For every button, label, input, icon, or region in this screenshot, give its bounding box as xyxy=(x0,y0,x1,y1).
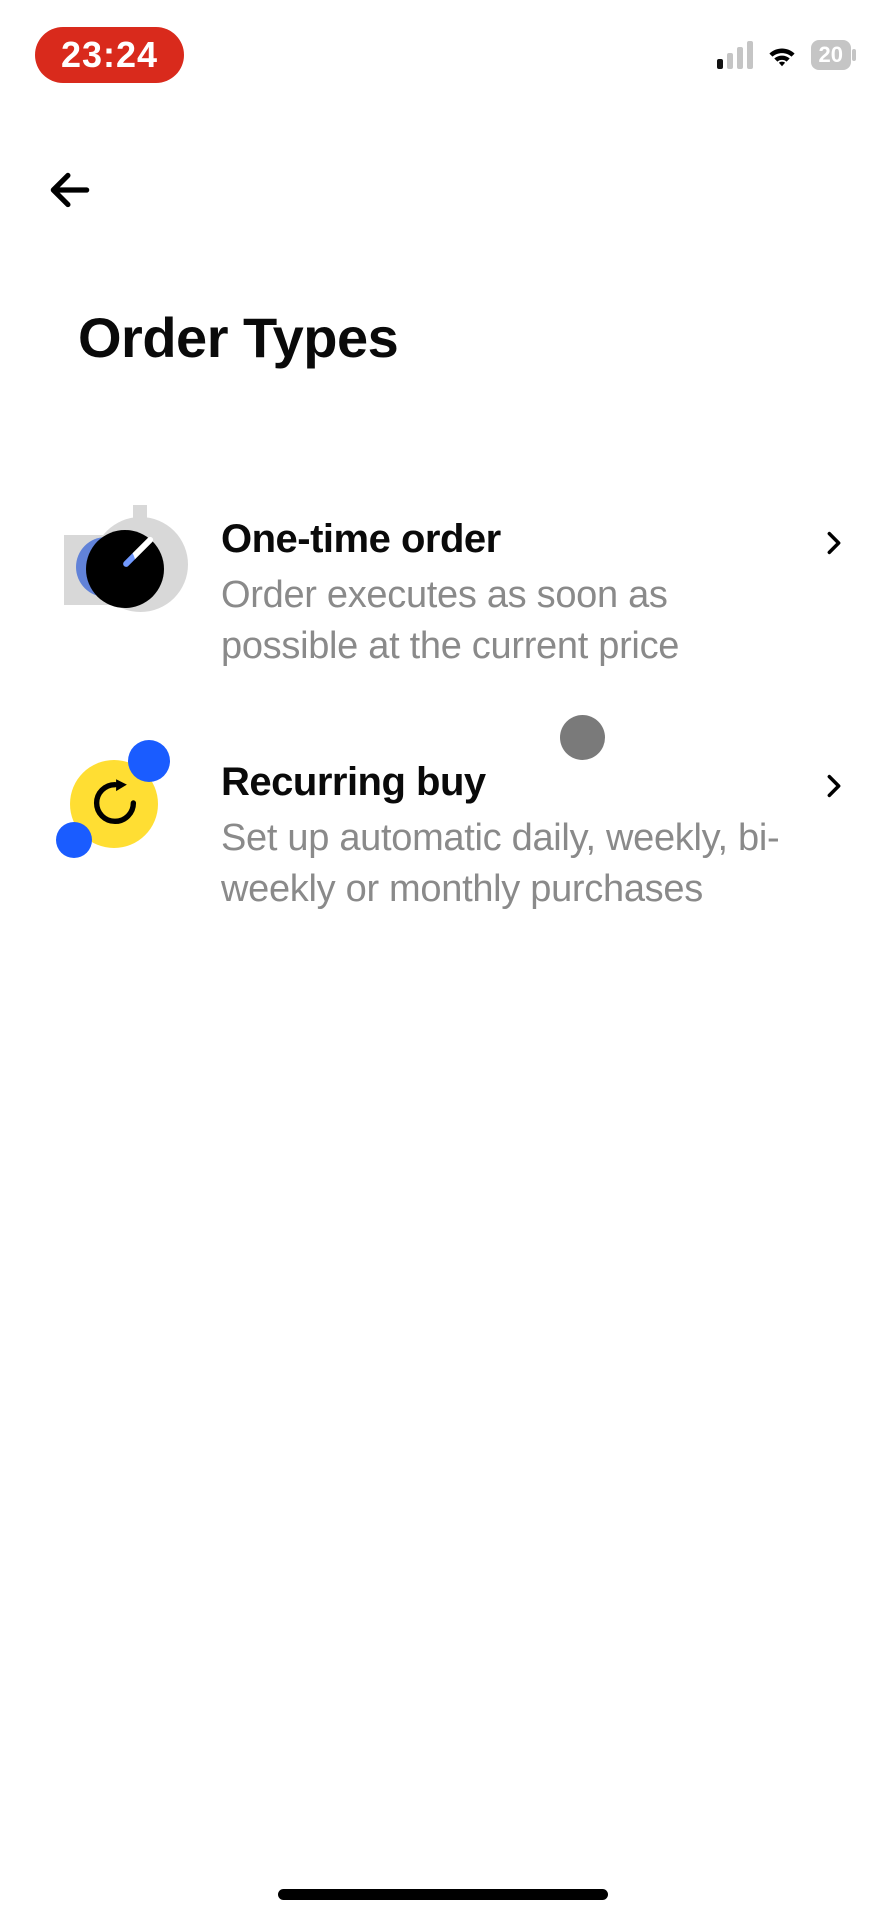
cellular-signal-icon xyxy=(717,41,753,69)
option-recurring-buy[interactable]: Recurring buy Set up automatic daily, we… xyxy=(78,733,848,976)
chevron-right-icon xyxy=(820,772,848,805)
option-description: Order executes as soon as possible at th… xyxy=(221,570,782,673)
page-title: Order Types xyxy=(78,305,398,370)
status-icons: 20 xyxy=(717,40,851,70)
option-title: Recurring buy xyxy=(221,760,782,805)
status-time-pill: 23:24 xyxy=(35,27,184,83)
wifi-icon xyxy=(765,41,799,69)
option-description: Set up automatic daily, weekly, bi-weekl… xyxy=(221,813,782,916)
battery-level-label: 20 xyxy=(819,42,843,67)
recurring-icon xyxy=(78,758,183,863)
chevron-right-icon xyxy=(820,529,848,562)
option-title: One-time order xyxy=(221,517,782,562)
home-indicator[interactable] xyxy=(278,1889,608,1900)
order-types-list: One-time order Order executes as soon as… xyxy=(0,490,886,975)
status-bar: 23:24 20 xyxy=(0,0,886,85)
option-one-time-order[interactable]: One-time order Order executes as soon as… xyxy=(78,490,848,733)
stopwatch-icon xyxy=(78,515,183,620)
arrow-left-icon xyxy=(45,165,95,215)
back-button[interactable] xyxy=(45,165,95,215)
battery-icon: 20 xyxy=(811,40,851,70)
touch-indicator xyxy=(560,715,605,760)
